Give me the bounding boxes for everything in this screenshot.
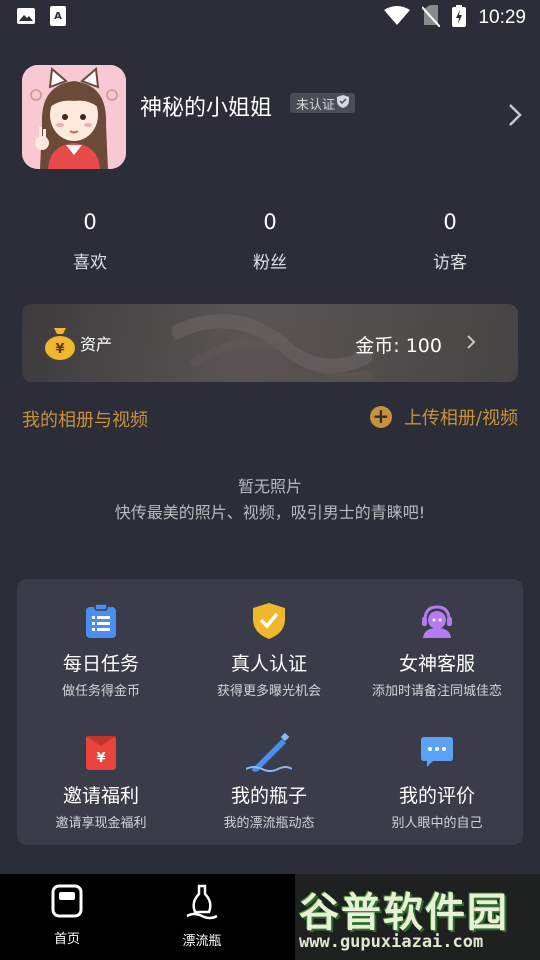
album-empty-state: 暂无照片 快传最美的照片、视频，吸引男士的青睐吧! [0,473,540,523]
album-title: 我的相册与视频 [22,410,148,431]
money-bag-icon: ¥ [44,326,76,364]
home-icon [51,884,83,922]
feature-subtitle: 添加时请备注同城佳恋 [371,684,502,699]
image-icon [16,7,36,29]
empty-description: 快传最美的照片、视频，吸引男士的青睐吧! [114,503,426,522]
watermark: 谷普软件园 www.gupuxiazai.com [295,874,540,960]
feature-title: 真人认证 [230,653,307,675]
feature-grid: 每日任务 做任务得金币 真人认证 获得更多曝光机会 女神客服 添加时请备注同城佳… [17,579,523,845]
nav-label: 首页 [53,932,80,947]
assets-label: 资产 [80,335,113,354]
feature-title: 我的瓶子 [230,785,307,807]
coins-balance: 金币: 100 [355,335,442,357]
feature-title: 邀请福利 [62,785,139,807]
feature-customer-service[interactable]: 女神客服 添加时请备注同城佳恋 [353,601,521,699]
stat-label: 喜欢 [73,253,107,273]
profile-header[interactable]: 神秘的小姐姐 未认证 [22,65,522,169]
stat-value: 0 [443,210,457,234]
feature-daily-tasks[interactable]: 每日任务 做任务得金币 [17,601,185,699]
stat-label: 访客 [433,253,467,273]
stat-value: 0 [83,210,97,234]
nav-drift-bottle[interactable]: 漂流瓶 [157,884,247,949]
watermark-logo-text: 谷普软件园 [299,890,509,936]
feature-subtitle: 别人眼中的自己 [391,816,483,831]
feature-subtitle: 获得更多曝光机会 [216,684,321,699]
watermark-url: www.gupuxiazai.com [299,932,484,952]
stats-row: 0 喜欢 0 粉丝 0 访客 [0,205,540,273]
feature-subtitle: 做任务得金币 [61,684,140,699]
feature-title: 我的评价 [398,785,475,807]
avatar[interactable] [22,65,126,169]
nav-home[interactable]: 首页 [22,884,112,947]
nickname: 神秘的小姐姐 [140,96,273,121]
battery-charging-icon [452,5,467,31]
bottle-nav-icon [185,884,219,924]
nav-label: 漂流瓶 [182,934,222,949]
svg-text:¥: ¥ [96,751,105,766]
feature-my-bottles[interactable]: 我的瓶子 我的漂流瓶动态 [185,733,353,831]
red-envelope-icon: ¥ [17,733,185,773]
stat-visitors[interactable]: 0 访客 [360,205,540,273]
stat-value: 0 [263,210,277,234]
stat-label: 粉丝 [253,253,287,273]
stat-fans[interactable]: 0 粉丝 [180,205,360,273]
stat-likes[interactable]: 0 喜欢 [0,205,180,273]
wifi-icon [384,6,411,30]
upload-label: 上传相册/视频 [403,408,518,429]
comment-icon [353,733,521,773]
svg-text:¥: ¥ [55,342,64,357]
plus-icon: + [369,406,392,428]
font-icon: A [50,6,66,30]
chevron-right-icon[interactable] [508,103,522,131]
feature-my-reviews[interactable]: 我的评价 别人眼中的自己 [353,733,521,831]
svg-text:A: A [54,11,62,22]
shield-icon [337,94,350,112]
no-sim-icon [421,5,442,31]
chevron-right-icon [466,334,476,354]
verify-badge-label: 未认证 [296,97,336,113]
headset-icon [353,601,521,641]
empty-title: 暂无照片 [237,477,302,496]
decorative-wave [172,314,372,381]
feature-title: 女神客服 [398,653,475,675]
feature-invite-rewards[interactable]: ¥ 邀请福利 邀请享现金福利 [17,733,185,831]
verify-status-badge[interactable]: 未认证 [290,93,356,113]
feature-real-person-verify[interactable]: 真人认证 获得更多曝光机会 [185,601,353,699]
feature-title: 每日任务 [62,653,139,675]
shield-check-icon [185,601,353,641]
bottle-icon [185,733,353,773]
status-time: 10:29 [478,7,526,28]
album-section-header: 我的相册与视频 + 上传相册/视频 [22,404,518,434]
feature-subtitle: 我的漂流瓶动态 [223,816,315,831]
task-list-icon [17,601,185,641]
feature-subtitle: 邀请享现金福利 [55,816,147,831]
status-bar: A 10:29 [0,0,540,36]
assets-card[interactable]: ¥ 资产 金币: 100 [22,304,518,382]
upload-album-button[interactable]: + 上传相册/视频 [369,404,518,430]
